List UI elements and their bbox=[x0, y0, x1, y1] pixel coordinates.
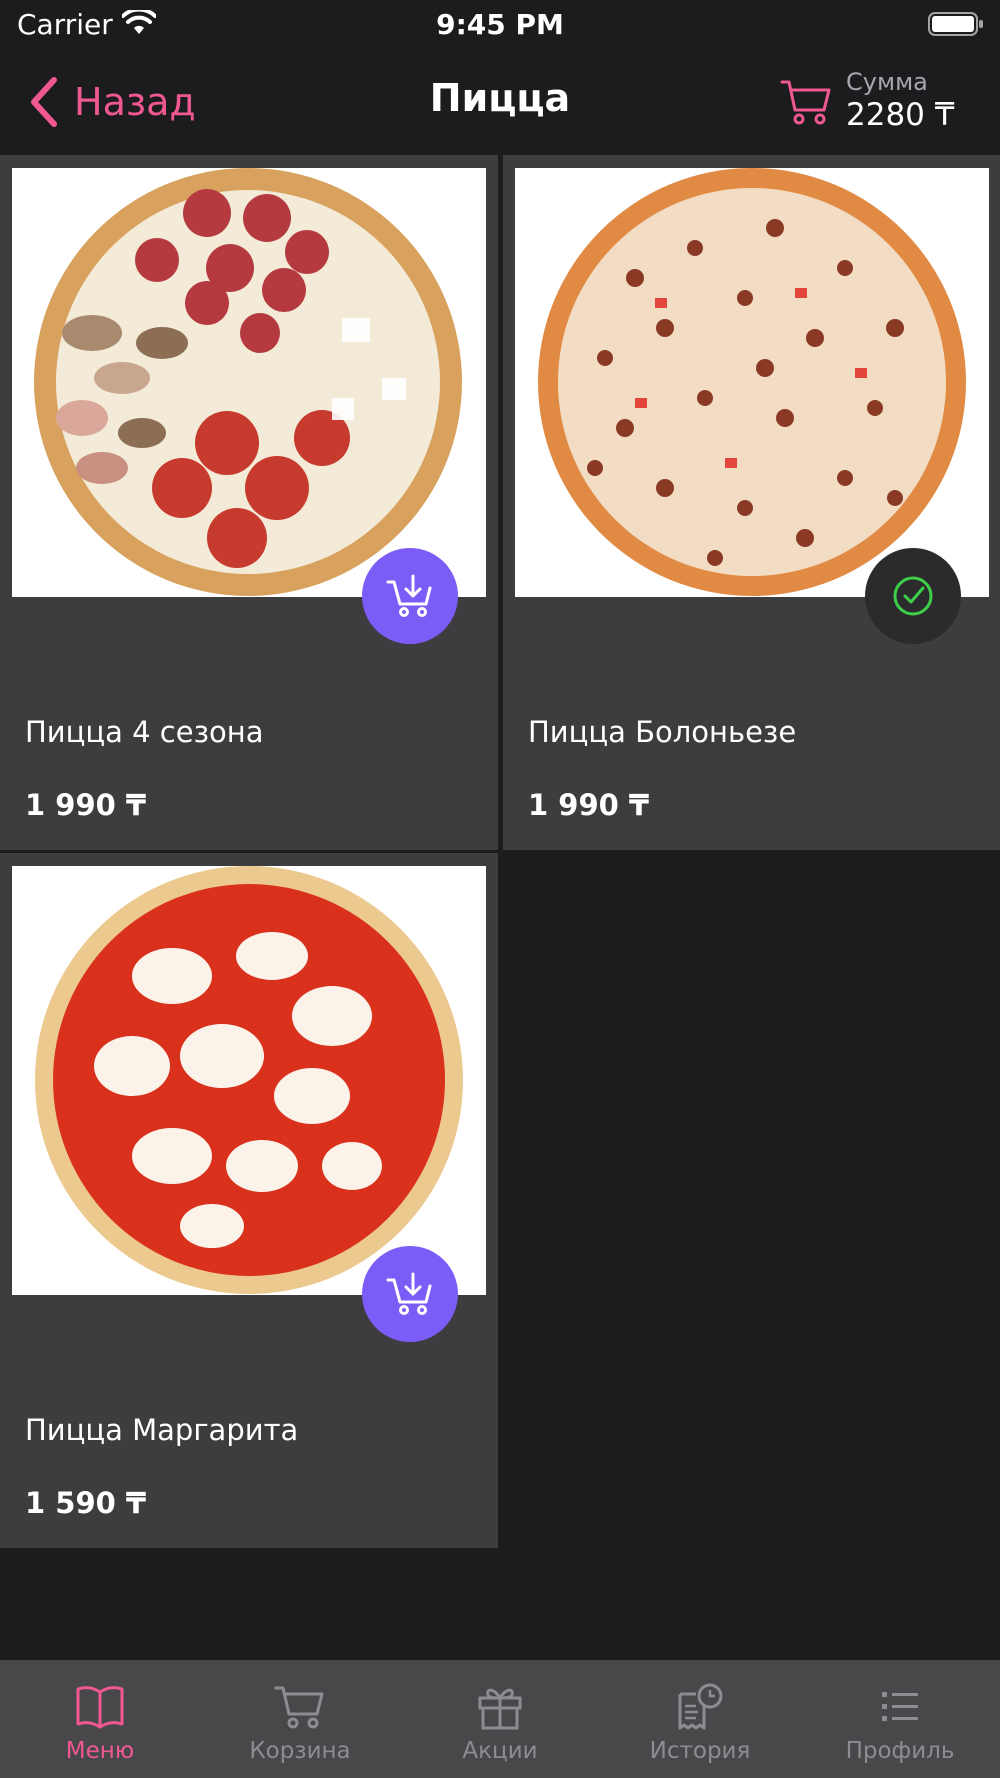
tab-label: История bbox=[649, 1738, 751, 1764]
tab-label: Корзина bbox=[249, 1738, 351, 1764]
product-price: 1 590 ₸ bbox=[25, 1486, 147, 1520]
cart-download-icon bbox=[386, 1272, 432, 1315]
sum-label: Сумма bbox=[846, 68, 928, 96]
battery-icon bbox=[928, 12, 983, 36]
tab-label: Профиль bbox=[845, 1738, 955, 1764]
product-name: Пицца Болоньезе bbox=[528, 715, 797, 749]
product-price: 1 990 ₸ bbox=[528, 788, 650, 822]
status-bar: Carrier 9:45 PM bbox=[0, 0, 1000, 50]
cart-icon bbox=[274, 1686, 324, 1729]
product-image bbox=[12, 168, 486, 597]
receipt-clock-icon bbox=[678, 1683, 723, 1730]
product-card-bolognese[interactable]: Пицца Болоньезе 1 990 ₸ bbox=[503, 155, 1000, 850]
tab-promotions[interactable]: Акции bbox=[400, 1660, 600, 1778]
cart-sum: Сумма 2280 ₸ bbox=[846, 68, 954, 134]
status-time: 9:45 PM bbox=[436, 8, 564, 41]
book-icon bbox=[76, 1686, 124, 1729]
pizza-image bbox=[12, 168, 486, 597]
pizza-image bbox=[515, 168, 989, 597]
tab-history[interactable]: История bbox=[600, 1660, 800, 1778]
screen: Carrier 9:45 PM Назад Пицца Сумма 2280 ₸… bbox=[0, 0, 1000, 1778]
tab-label: Меню bbox=[65, 1738, 135, 1764]
product-name: Пицца Маргарита bbox=[25, 1413, 299, 1447]
add-to-cart-button[interactable] bbox=[362, 548, 458, 644]
pizza-image bbox=[12, 866, 486, 1295]
checkmark-circle-icon bbox=[893, 576, 933, 616]
cart-download-icon bbox=[386, 574, 432, 617]
tab-menu[interactable]: Меню bbox=[0, 1660, 200, 1778]
product-price: 1 990 ₸ bbox=[25, 788, 147, 822]
product-image bbox=[12, 866, 486, 1295]
product-card-margherita[interactable]: Пицца Маргарита 1 590 ₸ bbox=[0, 853, 498, 1548]
tab-bar: Меню Корзина Акции История Профиль bbox=[0, 1660, 1000, 1778]
product-image bbox=[515, 168, 989, 597]
tab-profile[interactable]: Профиль bbox=[800, 1660, 1000, 1778]
product-card-4-seasons[interactable]: Пицца 4 сезона 1 990 ₸ bbox=[0, 155, 498, 850]
product-name: Пицца 4 сезона bbox=[25, 715, 264, 749]
navigation-bar: Назад Пицца Сумма 2280 ₸ bbox=[0, 50, 1000, 154]
list-icon bbox=[882, 1692, 918, 1721]
tab-cart[interactable]: Корзина bbox=[200, 1660, 400, 1778]
gift-icon bbox=[478, 1688, 522, 1730]
in-cart-badge[interactable] bbox=[865, 548, 961, 644]
cart-icon[interactable] bbox=[780, 78, 832, 126]
sum-value: 2280 ₸ bbox=[846, 97, 955, 133]
add-to-cart-button[interactable] bbox=[362, 1246, 458, 1342]
tab-label: Акции bbox=[462, 1738, 538, 1764]
